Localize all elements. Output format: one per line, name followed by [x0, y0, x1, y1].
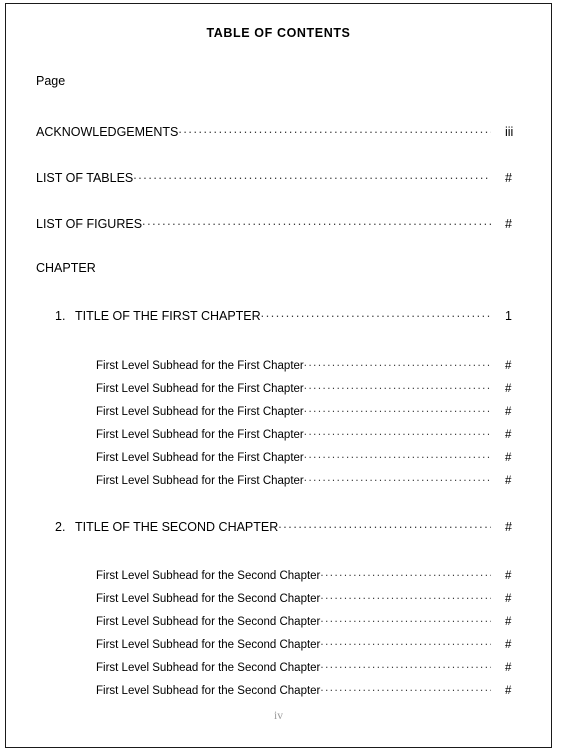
toc-chapter-1[interactable]: 1. TITLE OF THE FIRST CHAPTER 1 — [55, 307, 533, 323]
leader-dots — [304, 472, 491, 484]
leader-dots — [304, 426, 491, 438]
toc-subhead[interactable]: First Level Subhead for the First Chapte… — [96, 357, 533, 372]
subhead-page: # — [505, 382, 512, 395]
toc-entry-label: ACKNOWLEDGEMENTS — [36, 124, 179, 139]
leader-dots — [142, 215, 491, 228]
toc-subhead[interactable]: First Level Subhead for the Second Chapt… — [96, 682, 533, 697]
leader-dots — [320, 636, 491, 648]
document-page: TABLE OF CONTENTS Page ACKNOWLEDGEMENTS … — [0, 0, 562, 755]
toc-subhead[interactable]: First Level Subhead for the First Chapte… — [96, 380, 533, 395]
subhead-label: First Level Subhead for the Second Chapt… — [96, 569, 321, 582]
toc-subhead[interactable]: First Level Subhead for the First Chapte… — [96, 449, 533, 464]
leader-dots — [133, 169, 491, 182]
toc-entry-page: iii — [505, 124, 514, 139]
leader-dots — [304, 357, 491, 369]
page-column-label: Page — [36, 74, 66, 88]
toc-subhead[interactable]: First Level Subhead for the First Chapte… — [96, 472, 533, 487]
leader-dots — [320, 682, 491, 694]
chapter-title: TITLE OF THE FIRST CHAPTER — [75, 308, 261, 323]
leader-dots — [178, 123, 491, 136]
toc-subhead[interactable]: First Level Subhead for the Second Chapt… — [96, 567, 533, 582]
toc-subhead[interactable]: First Level Subhead for the Second Chapt… — [96, 590, 533, 605]
subhead-page: # — [505, 638, 512, 651]
subhead-page: # — [505, 592, 512, 605]
subhead-label: First Level Subhead for the Second Chapt… — [96, 615, 321, 628]
toc-entry-page: # — [505, 216, 512, 231]
section-heading-chapter: CHAPTER — [36, 261, 96, 275]
subhead-label: First Level Subhead for the Second Chapt… — [96, 684, 321, 697]
toc-subhead[interactable]: First Level Subhead for the Second Chapt… — [96, 636, 533, 651]
subhead-label: First Level Subhead for the First Chapte… — [96, 428, 304, 441]
leader-dots — [320, 659, 491, 671]
subhead-page: # — [505, 451, 512, 464]
chapter-page: 1 — [505, 308, 512, 323]
subhead-page: # — [505, 661, 512, 674]
leader-dots — [304, 380, 491, 392]
toc-entry-acknowledgements[interactable]: ACKNOWLEDGEMENTS iii — [36, 123, 533, 139]
chapter-number: 1. — [55, 308, 66, 323]
subhead-page: # — [505, 405, 512, 418]
chapter-page: # — [505, 519, 512, 534]
subhead-label: First Level Subhead for the First Chapte… — [96, 359, 304, 372]
leader-dots — [320, 590, 491, 602]
subhead-label: First Level Subhead for the Second Chapt… — [96, 661, 321, 674]
toc-subhead[interactable]: First Level Subhead for the First Chapte… — [96, 403, 533, 418]
toc-subhead[interactable]: First Level Subhead for the First Chapte… — [96, 426, 533, 441]
subhead-label: First Level Subhead for the First Chapte… — [96, 451, 304, 464]
toc-entry-label: LIST OF TABLES — [36, 170, 134, 185]
subhead-page: # — [505, 684, 512, 697]
subhead-page: # — [505, 569, 512, 582]
subhead-page: # — [505, 474, 512, 487]
subhead-label: First Level Subhead for the Second Chapt… — [96, 638, 321, 651]
chapter-title: TITLE OF THE SECOND CHAPTER — [75, 519, 279, 534]
toc-entry-label: LIST OF FIGURES — [36, 216, 143, 231]
subhead-label: First Level Subhead for the First Chapte… — [96, 474, 304, 487]
leader-dots — [304, 403, 491, 415]
toc-entry-list-of-figures[interactable]: LIST OF FIGURES # — [36, 215, 533, 231]
leader-dots — [320, 613, 491, 625]
toc-content: TABLE OF CONTENTS Page ACKNOWLEDGEMENTS … — [6, 4, 551, 747]
toc-chapter-2[interactable]: 2. TITLE OF THE SECOND CHAPTER # — [55, 518, 533, 534]
toc-entry-list-of-tables[interactable]: LIST OF TABLES # — [36, 169, 533, 185]
leader-dots — [304, 449, 491, 461]
toc-subhead[interactable]: First Level Subhead for the Second Chapt… — [96, 659, 533, 674]
page-title: TABLE OF CONTENTS — [206, 26, 351, 40]
subhead-page: # — [505, 615, 512, 628]
leader-dots — [261, 307, 491, 320]
leader-dots — [320, 567, 491, 579]
leader-dots — [278, 518, 491, 531]
subhead-label: First Level Subhead for the First Chapte… — [96, 382, 304, 395]
toc-subhead[interactable]: First Level Subhead for the Second Chapt… — [96, 613, 533, 628]
subhead-page: # — [505, 428, 512, 441]
subhead-page: # — [505, 359, 512, 372]
subhead-label: First Level Subhead for the First Chapte… — [96, 405, 304, 418]
page-folio-number: iv — [274, 710, 283, 722]
toc-entry-page: # — [505, 170, 512, 185]
subhead-label: First Level Subhead for the Second Chapt… — [96, 592, 321, 605]
chapter-number: 2. — [55, 519, 66, 534]
